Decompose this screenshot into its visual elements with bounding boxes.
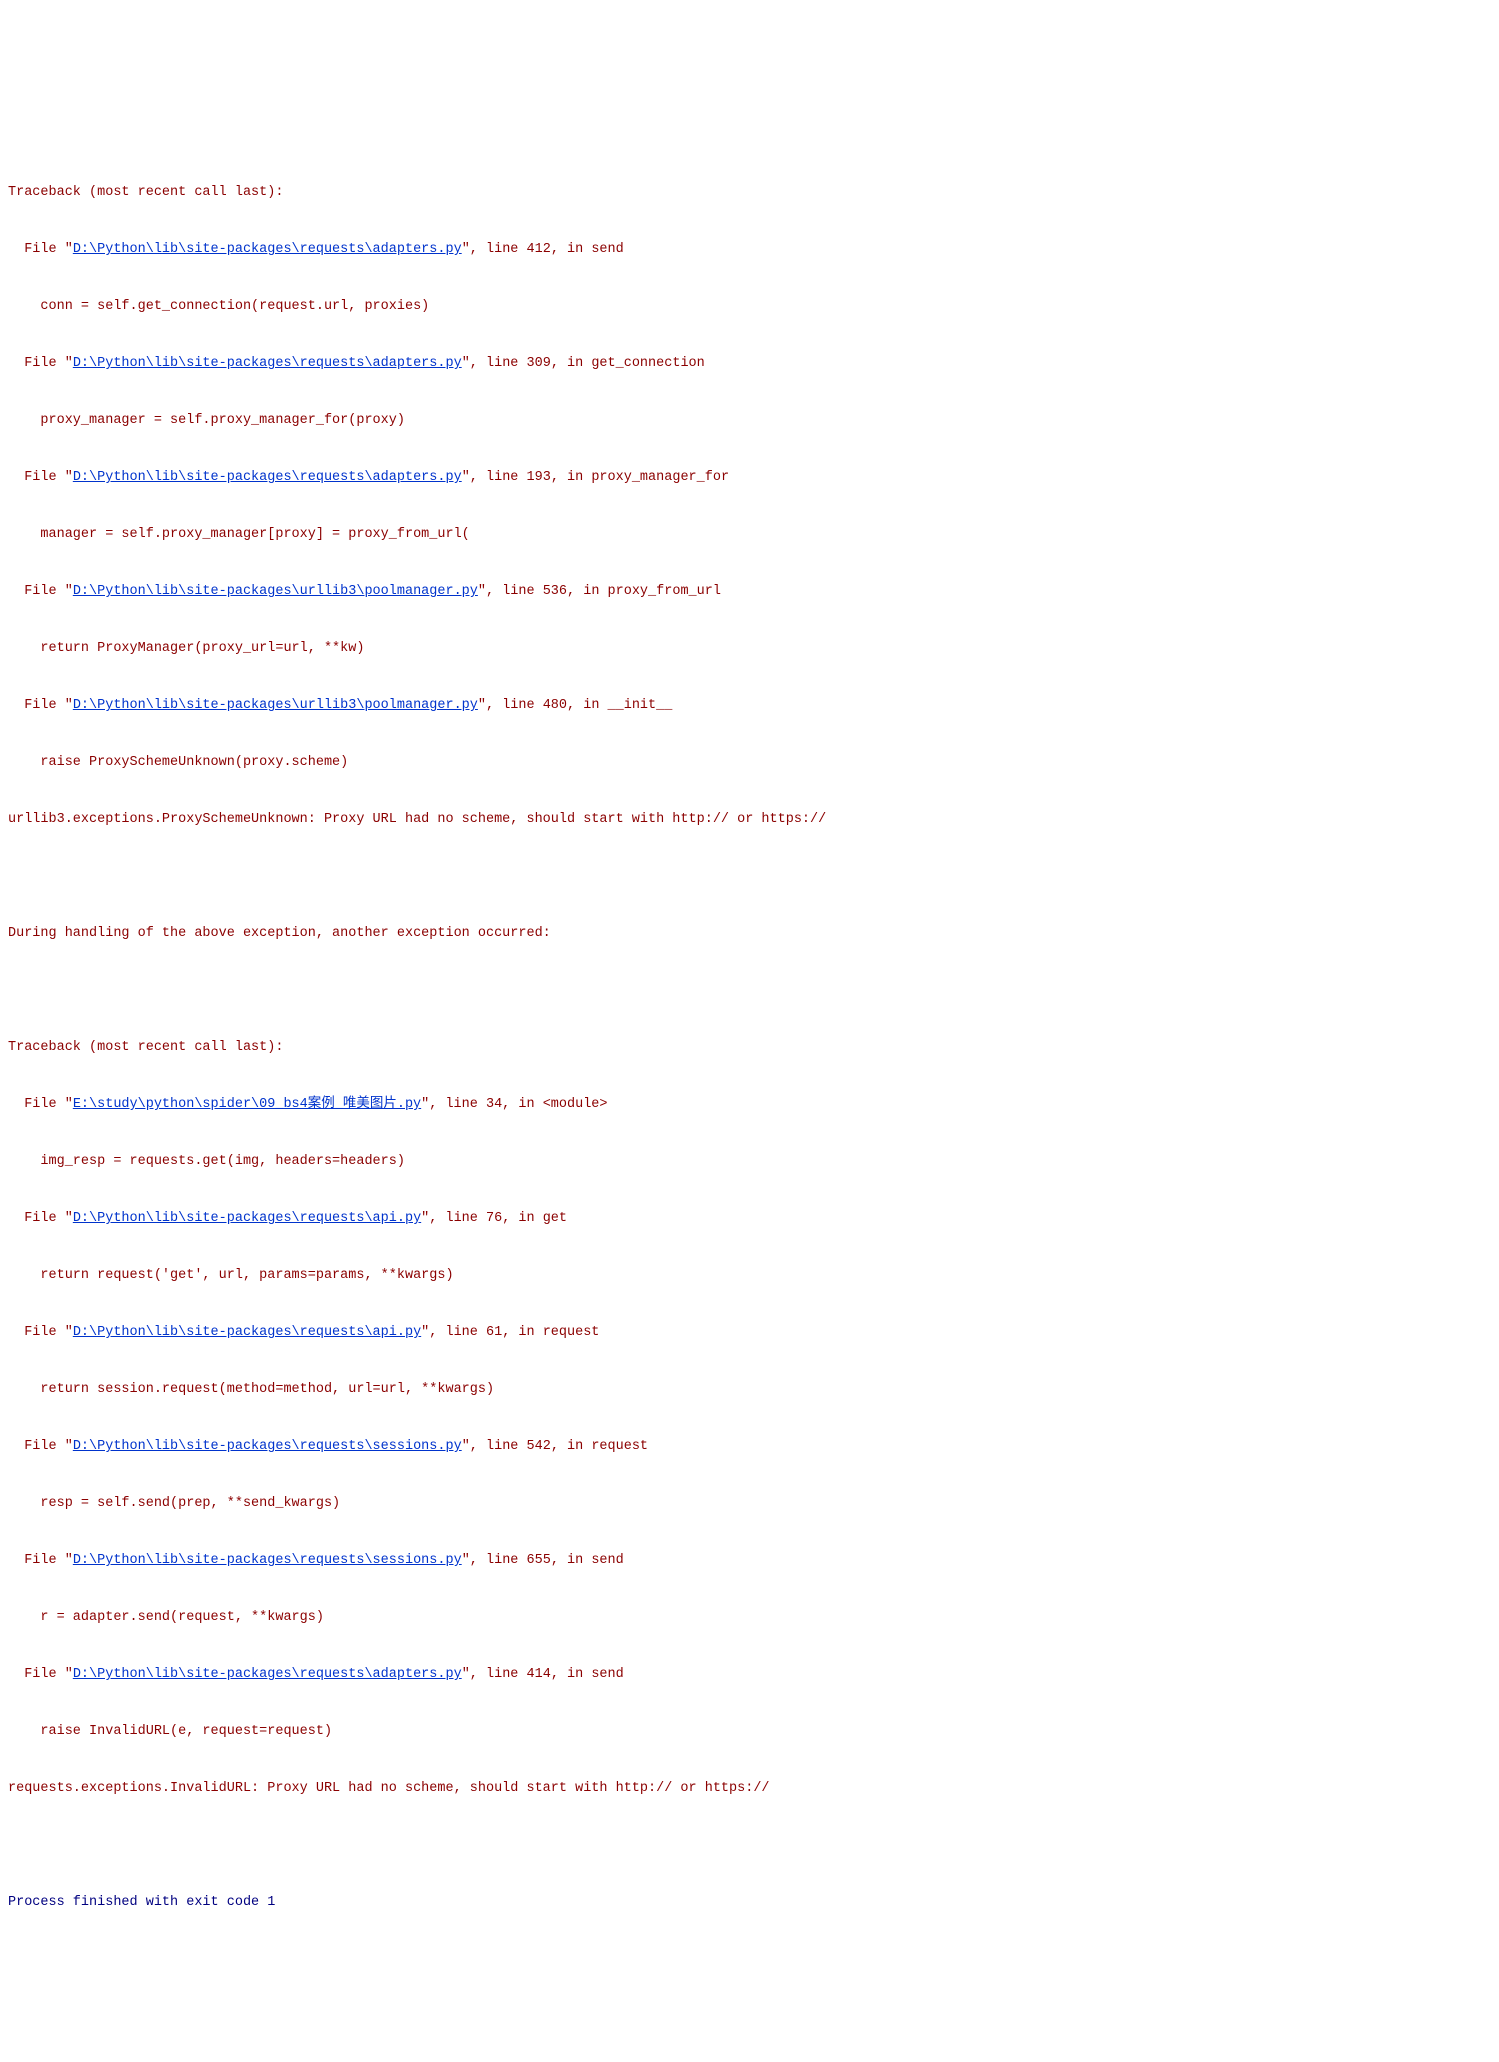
file-link[interactable]: D:\Python\lib\site-packages\requests\ada… <box>73 470 462 485</box>
code-line: raise InvalidURL(e, request=request) <box>8 1718 1491 1747</box>
stack-frame: File "D:\Python\lib\site-packages\reques… <box>8 1205 1491 1234</box>
stack-frame: File "E:\study\python\spider\09_bs4案例_唯美… <box>8 1091 1491 1120</box>
file-link[interactable]: D:\Python\lib\site-packages\urllib3\pool… <box>73 584 478 599</box>
process-exit: Process finished with exit code 1 <box>8 1889 1491 1918</box>
line-no: 193 <box>527 470 551 485</box>
file-link[interactable]: D:\Python\lib\site-packages\requests\api… <box>73 1211 421 1226</box>
stack-frame: File "D:\Python\lib\site-packages\urllib… <box>8 578 1491 607</box>
traceback-header: Traceback (most recent call last): <box>8 1034 1491 1063</box>
func-name: send <box>591 1553 623 1568</box>
file-link[interactable]: D:\Python\lib\site-packages\requests\ada… <box>73 242 462 257</box>
line-no: 76 <box>486 1211 502 1226</box>
stack-frame: File "D:\Python\lib\site-packages\reques… <box>8 1433 1491 1462</box>
code-line: return request('get', url, params=params… <box>8 1262 1491 1291</box>
line-no: 536 <box>543 584 567 599</box>
console-output: Traceback (most recent call last): File … <box>8 122 1491 1975</box>
func-name: send <box>591 242 623 257</box>
line-no: 414 <box>527 1667 551 1682</box>
func-name: request <box>591 1439 648 1454</box>
file-link[interactable]: D:\Python\lib\site-packages\requests\ses… <box>73 1553 462 1568</box>
code-line: proxy_manager = self.proxy_manager_for(p… <box>8 407 1491 436</box>
stack-frame: File "D:\Python\lib\site-packages\reques… <box>8 464 1491 493</box>
stack-frame: File "D:\Python\lib\site-packages\reques… <box>8 1661 1491 1690</box>
exception-msg: urllib3.exceptions.ProxySchemeUnknown: P… <box>8 806 1491 835</box>
code-line: r = adapter.send(request, **kwargs) <box>8 1604 1491 1633</box>
func-name: proxy_manager_for <box>591 470 729 485</box>
blank-line <box>8 977 1491 1006</box>
code-line: conn = self.get_connection(request.url, … <box>8 293 1491 322</box>
line-no: 480 <box>543 698 567 713</box>
line-no: 34 <box>486 1097 502 1112</box>
code-line: img_resp = requests.get(img, headers=hea… <box>8 1148 1491 1177</box>
code-line: return ProxyManager(proxy_url=url, **kw) <box>8 635 1491 664</box>
line-no: 655 <box>527 1553 551 1568</box>
func-name: get <box>543 1211 567 1226</box>
func-name: send <box>591 1667 623 1682</box>
file-link[interactable]: D:\Python\lib\site-packages\urllib3\pool… <box>73 698 478 713</box>
file-link[interactable]: D:\Python\lib\site-packages\requests\api… <box>73 1325 421 1340</box>
stack-frame: File "D:\Python\lib\site-packages\reques… <box>8 1547 1491 1576</box>
stack-frame: File "D:\Python\lib\site-packages\reques… <box>8 1319 1491 1348</box>
func-name: request <box>543 1325 600 1340</box>
blank-line <box>8 1832 1491 1861</box>
func-name: get_connection <box>591 356 704 371</box>
func-name: proxy_from_url <box>608 584 721 599</box>
file-link[interactable]: E:\study\python\spider\09_bs4案例_唯美图片.py <box>73 1097 421 1112</box>
traceback-header: Traceback (most recent call last): <box>8 179 1491 208</box>
func-name: <module> <box>543 1097 608 1112</box>
line-no: 412 <box>527 242 551 257</box>
stack-frame: File "D:\Python\lib\site-packages\reques… <box>8 350 1491 379</box>
file-link[interactable]: D:\Python\lib\site-packages\requests\ada… <box>73 356 462 371</box>
line-no: 542 <box>527 1439 551 1454</box>
file-link[interactable]: D:\Python\lib\site-packages\requests\ses… <box>73 1439 462 1454</box>
blank-line <box>8 863 1491 892</box>
code-line: resp = self.send(prep, **send_kwargs) <box>8 1490 1491 1519</box>
file-link[interactable]: D:\Python\lib\site-packages\requests\ada… <box>73 1667 462 1682</box>
line-no: 61 <box>486 1325 502 1340</box>
func-name: __init__ <box>608 698 673 713</box>
line-no: 309 <box>527 356 551 371</box>
code-line: return session.request(method=method, ur… <box>8 1376 1491 1405</box>
chain-msg: During handling of the above exception, … <box>8 920 1491 949</box>
exception-msg: requests.exceptions.InvalidURL: Proxy UR… <box>8 1775 1491 1804</box>
code-line: raise ProxySchemeUnknown(proxy.scheme) <box>8 749 1491 778</box>
stack-frame: File "D:\Python\lib\site-packages\urllib… <box>8 692 1491 721</box>
stack-frame: File "D:\Python\lib\site-packages\reques… <box>8 236 1491 265</box>
code-line: manager = self.proxy_manager[proxy] = pr… <box>8 521 1491 550</box>
